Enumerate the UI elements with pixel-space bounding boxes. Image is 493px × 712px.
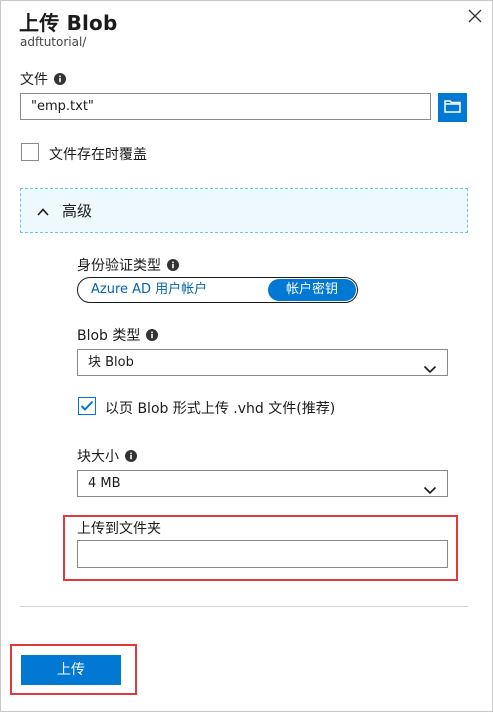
vhd-checkbox[interactable]: [78, 397, 96, 415]
chevron-down-icon: [423, 358, 437, 383]
file-input[interactable]: "emp.txt": [20, 93, 431, 120]
auth-type-toggle: Azure AD 用户帐户 帐户密钥: [77, 277, 358, 303]
overwrite-checkbox[interactable]: [21, 143, 39, 161]
advanced-label: 高级: [62, 202, 93, 220]
chevron-up-icon: [36, 204, 50, 218]
checkmark-icon: [80, 397, 94, 416]
close-icon[interactable]: [466, 7, 484, 25]
file-label: 文件: [20, 69, 66, 89]
upload-folder-label: 上传到文件夹: [77, 521, 161, 537]
folder-icon: [444, 98, 461, 117]
info-icon[interactable]: [146, 329, 159, 341]
upload-folder-input[interactable]: [77, 540, 448, 568]
vhd-label: 以页 Blob 形式上传 .vhd 文件(推荐): [105, 401, 336, 417]
panel-title: 上传 Blob: [19, 11, 118, 35]
block-size-label: 块大小: [77, 446, 137, 466]
chevron-down-icon: [423, 479, 437, 504]
upload-button[interactable]: 上传: [21, 655, 121, 685]
browse-folder-button[interactable]: [438, 93, 467, 122]
auth-option-account-key[interactable]: 帐户密钥: [267, 279, 356, 301]
auth-option-azure-ad[interactable]: Azure AD 用户帐户: [79, 279, 221, 301]
blob-type-label: Blob 类型: [77, 325, 159, 345]
overwrite-label: 文件存在时覆盖: [49, 147, 147, 163]
info-icon[interactable]: [54, 73, 66, 85]
advanced-section-header[interactable]: 高级: [20, 188, 468, 233]
upload-blob-panel: 上传 Blob adftutorial/ 文件 "emp.txt" 文件存在时覆…: [0, 0, 493, 712]
info-icon[interactable]: [167, 259, 179, 271]
block-size-select[interactable]: 4 MB: [77, 470, 448, 497]
blob-type-select[interactable]: 块 Blob: [77, 349, 448, 376]
panel-subtitle: adftutorial/: [20, 35, 87, 49]
footer-divider: [20, 606, 468, 607]
auth-type-label: 身份验证类型: [77, 255, 179, 275]
info-icon[interactable]: [125, 450, 137, 462]
